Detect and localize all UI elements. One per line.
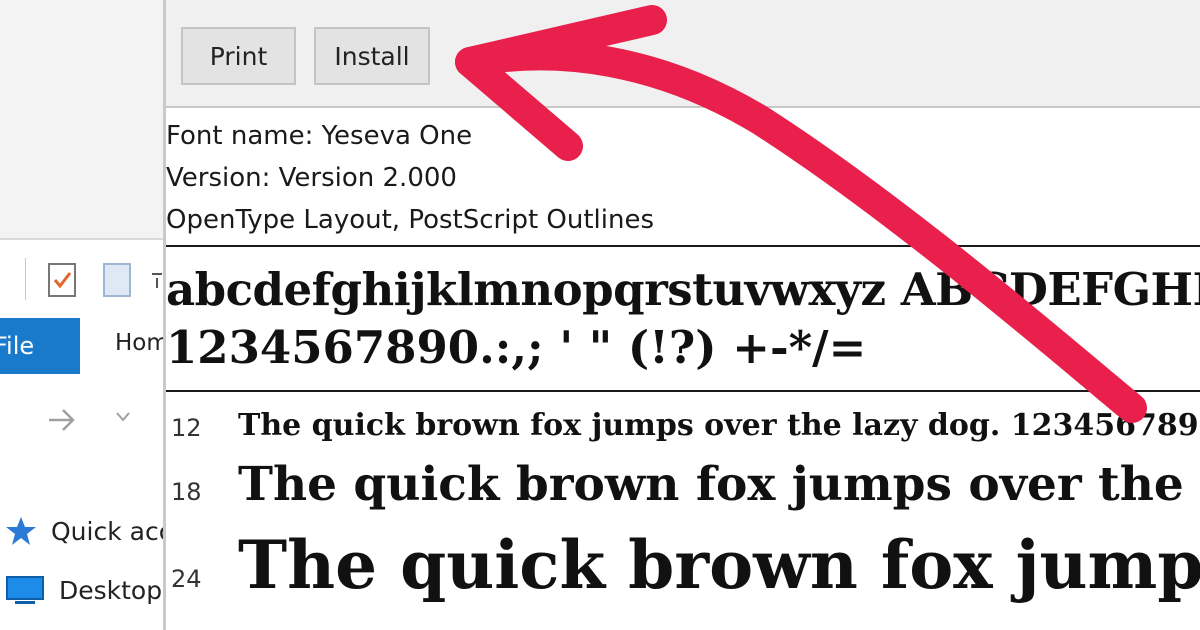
print-button[interactable]: Print — [181, 27, 296, 85]
star-icon — [6, 517, 36, 545]
sample-line-24: The quick brown fox jumps over the lazy … — [238, 526, 1200, 604]
alphabet-sample: abcdefghijklmnopqrstuvwxyz ABCDEFGHIJKLM… — [166, 263, 1200, 316]
size-label-18: 18 — [171, 478, 202, 506]
install-button[interactable]: Install — [314, 27, 430, 85]
file-explorer-window: File Home Quick access Desktop — [0, 0, 214, 630]
recent-locations-chevron-icon[interactable] — [115, 410, 131, 424]
font-version-line: Version: Version 2.000 — [166, 163, 457, 193]
sample-line-18: The quick brown fox jumps over the lazy … — [238, 457, 1200, 512]
size-label-12: 12 — [171, 414, 202, 442]
desktop-icon — [6, 576, 44, 604]
tree-item-desktop[interactable]: Desktop — [5, 575, 162, 605]
font-viewer-toolbar: Print Install — [166, 0, 1200, 108]
sample-line-12: The quick brown fox jumps over the lazy … — [238, 408, 1200, 443]
new-document-icon[interactable] — [102, 262, 132, 298]
sample-divider — [166, 390, 1200, 392]
tree-item-label: Desktop — [59, 575, 163, 605]
font-name-line: Font name: Yeseva One — [166, 121, 473, 151]
font-info: Font name: Yeseva One Version: Version 2… — [166, 115, 654, 241]
font-layout-line: OpenType Layout, PostScript Outlines — [166, 205, 655, 235]
info-divider — [166, 245, 1200, 247]
size-label-24: 24 — [171, 565, 202, 593]
font-viewer-window: Print Install Font name: Yeseva One Vers… — [163, 0, 1200, 630]
explorer-background — [0, 0, 170, 240]
numbers-sample: 1234567890.:,; ' " (!?) +-*/= — [166, 321, 867, 374]
customize-toolbar-icon[interactable] — [150, 270, 164, 290]
explorer-border — [0, 238, 170, 240]
forward-arrow-icon[interactable] — [45, 405, 79, 435]
quick-access-separator — [25, 258, 26, 300]
ribbon-tab-file[interactable]: File — [0, 318, 80, 374]
properties-icon[interactable] — [47, 262, 77, 298]
